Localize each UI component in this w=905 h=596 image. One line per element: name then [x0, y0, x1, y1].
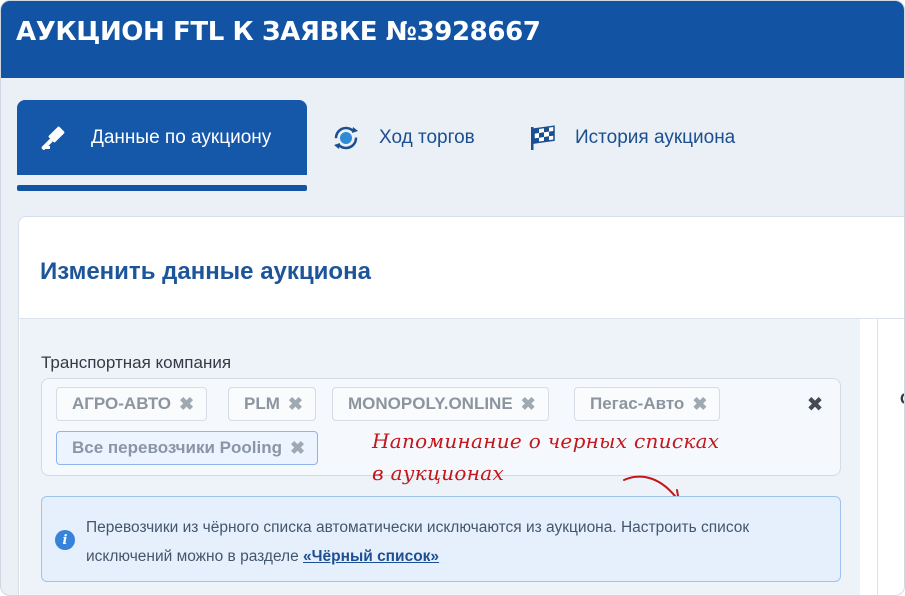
tab-label: Данные по аукциону [91, 126, 272, 148]
card-title: Изменить данные аукциона [40, 258, 371, 285]
remove-tag-icon[interactable]: ✖ [692, 394, 707, 415]
refresh-icon [331, 123, 361, 153]
tab-auction-history[interactable]: История аукциона [527, 100, 735, 175]
selected-tag: PLM ✖ [228, 387, 316, 421]
remove-tag-icon[interactable]: ✖ [179, 394, 194, 415]
tab-bar: Данные по аукциону Ход торгов История ау… [1, 78, 904, 193]
remove-tag-icon[interactable]: ✖ [290, 438, 305, 459]
selected-tag: АГРО-АВТО ✖ [56, 387, 208, 421]
transport-company-label: Транспортная компания [41, 353, 232, 372]
blacklist-info-box: i Перевозчики из чёрного списка автомати… [41, 496, 841, 582]
checkered-flag-icon [527, 123, 557, 153]
tab-bidding-progress[interactable]: Ход торгов [331, 100, 475, 175]
auction-edit-card: Изменить данные аукциона Транспортная ко… [18, 216, 904, 595]
header-bar: АУКЦИОН FTL К ЗАЯВКЕ №3928667 [1, 1, 904, 78]
page-title: АУКЦИОН FTL К ЗАЯВКЕ №3928667 [16, 17, 541, 47]
remove-tag-icon[interactable]: ✖ [521, 394, 536, 415]
clear-all-icon[interactable]: ✖ [804, 389, 826, 419]
tab-label: Ход торгов [379, 126, 475, 148]
window: АУКЦИОН FTL К ЗАЯВКЕ №3928667 Данные по … [0, 0, 905, 596]
info-icon: i [55, 530, 75, 550]
info-message: Перевозчики из чёрного списка автоматиче… [86, 519, 750, 565]
tab-label: История аукциона [575, 126, 736, 148]
selected-tag: Пегас-Авто ✖ [574, 387, 721, 421]
active-tab-indicator [17, 185, 307, 191]
gavel-icon [41, 123, 71, 153]
tab-auction-data[interactable]: Данные по аукциону [17, 100, 307, 175]
right-panel: Ос [877, 319, 904, 595]
selected-tag: Все перевозчики Pooling ✖ [56, 431, 319, 465]
blacklist-link[interactable]: «Чёрный список» [303, 548, 439, 565]
selected-tag: MONOPOLY.ONLINE ✖ [332, 387, 549, 421]
remove-tag-icon[interactable]: ✖ [288, 394, 303, 415]
right-panel-label: Ос [900, 391, 904, 409]
form-panel: Транспортная компания АГРО-АВТО ✖ PLM ✖ … [20, 319, 860, 595]
